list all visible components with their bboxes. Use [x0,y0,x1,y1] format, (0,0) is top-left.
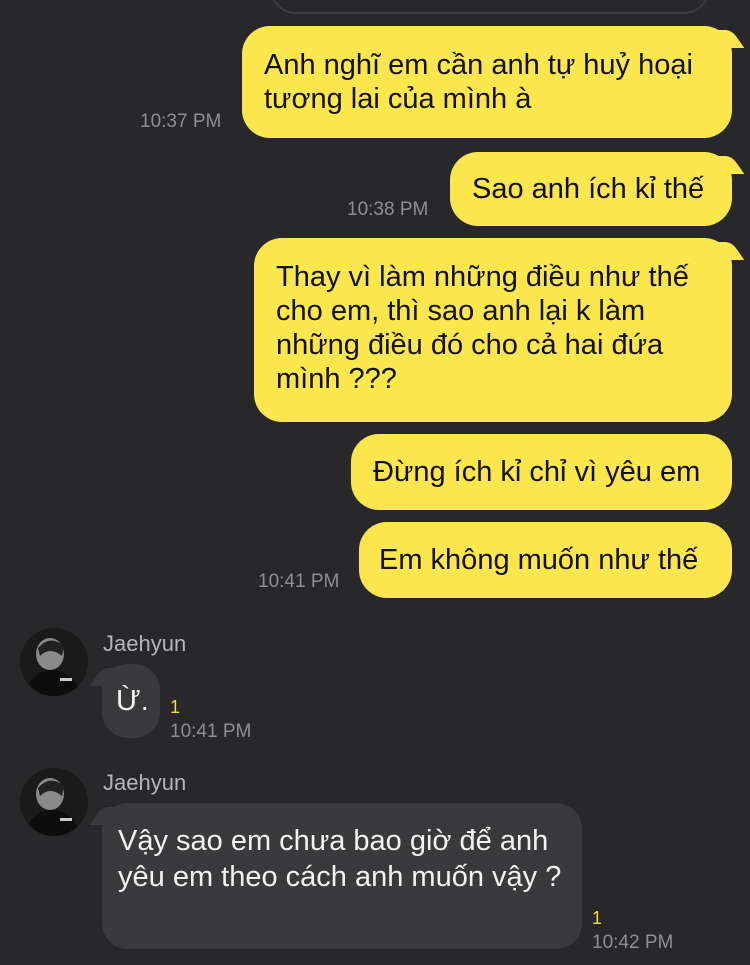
unread-count: 1 [592,908,603,928]
outgoing-message-bubble[interactable]: Đừng ích kỉ chỉ vì yêu em [351,434,732,510]
message-text: Thay vì làm những điều như thế cho em, t… [276,261,689,395]
sender-name: Jaehyun [103,770,187,795]
avatar[interactable] [20,628,88,696]
message-timestamp: 10:41 PM [170,721,252,742]
outgoing-message-bubble[interactable]: Sao anh ích kỉ thế [450,152,732,226]
message-text: Ừ. [116,685,149,717]
message-timestamp: 10:37 PM [140,111,222,132]
incoming-message-bubble[interactable]: Ừ. [102,664,160,738]
message-timestamp: 10:38 PM [347,199,429,220]
message-text: Em không muốn như thế [379,544,699,576]
outgoing-message-bubble[interactable]: Em không muốn như thế [359,522,732,598]
unread-count: 1 [170,697,181,717]
message-timestamp: 10:42 PM [592,932,674,953]
message-text: Đừng ích kỉ chỉ vì yêu em [373,456,701,488]
message-timestamp: 10:41 PM [258,571,340,592]
avatar-photo [20,768,88,836]
outgoing-message-bubble[interactable]: Anh nghĩ em cần anh tự huỷ hoại tương la… [242,26,732,138]
message-text: Sao anh ích kỉ thế [472,173,705,205]
previous-message-bubble[interactable] [270,0,710,14]
message-text: Anh nghĩ em cần anh tự huỷ hoại tương la… [264,49,693,115]
outgoing-message-bubble[interactable]: Thay vì làm những điều như thế cho em, t… [254,238,732,422]
avatar-photo [20,628,88,696]
incoming-message-bubble[interactable]: Vậy sao em chưa bao giờ để anh yêu em th… [102,803,582,949]
avatar[interactable] [20,768,88,836]
message-text: Vậy sao em chưa bao giờ để anh yêu em th… [118,825,562,893]
sender-name: Jaehyun [103,631,187,656]
